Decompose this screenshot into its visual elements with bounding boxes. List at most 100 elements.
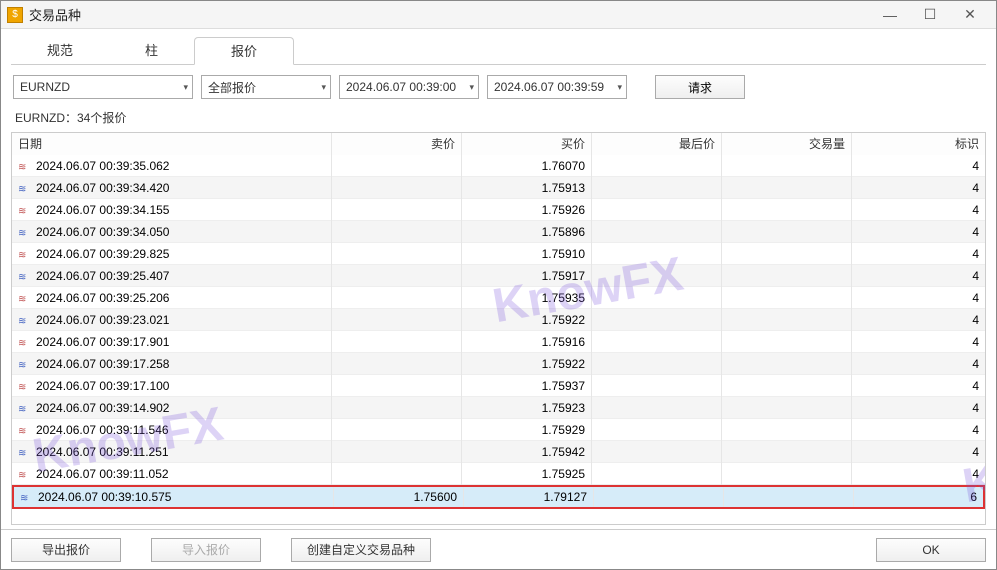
table-row[interactable]: ≋2024.06.07 00:39:34.0501.758964 — [12, 221, 985, 243]
cell-last — [592, 221, 722, 243]
cell-vol — [722, 419, 852, 441]
symbol-select[interactable]: EURNZD ▾ — [13, 75, 193, 99]
wave-icon: ≋ — [18, 465, 32, 485]
cell-date: ≋2024.06.07 00:39:25.407 — [12, 265, 332, 287]
wave-icon: ≋ — [18, 289, 32, 309]
table-row[interactable]: ≋2024.06.07 00:39:14.9021.759234 — [12, 397, 985, 419]
cell-last — [592, 199, 722, 221]
col-vol[interactable]: 交易量 — [722, 133, 852, 155]
cell-last — [592, 265, 722, 287]
filter-row: EURNZD ▾ 全部报价 ▾ 2024.06.07 00:39:00 ▾ 20… — [11, 65, 986, 107]
cell-flag: 4 — [852, 243, 985, 265]
cell-vol — [722, 287, 852, 309]
col-ask[interactable]: 卖价 — [332, 133, 462, 155]
cell-bid: 1.75922 — [462, 309, 592, 331]
col-date[interactable]: 日期 — [12, 133, 332, 155]
cell-last — [592, 419, 722, 441]
wave-icon: ≋ — [18, 267, 32, 287]
cell-flag: 4 — [852, 441, 985, 463]
table-row[interactable]: ≋2024.06.07 00:39:10.5751.756001.791276 — [12, 485, 985, 509]
cell-bid: 1.76070 — [462, 155, 592, 177]
cell-last — [592, 177, 722, 199]
cell-bid: 1.75923 — [462, 397, 592, 419]
tab-bar[interactable]: 柱 — [109, 37, 194, 65]
table-row[interactable]: ≋2024.06.07 00:39:11.546 1.75929 4 — [12, 419, 985, 441]
wave-icon: ≋ — [18, 245, 32, 265]
tab-spec[interactable]: 规范 — [11, 37, 109, 65]
request-button[interactable]: 请求 — [655, 75, 745, 99]
wave-icon: ≋ — [18, 377, 32, 397]
cell-date: ≋2024.06.07 00:39:35.062 — [12, 155, 332, 177]
cell-flag: 4 — [852, 419, 985, 441]
result-summary: EURNZD：34个报价 — [11, 107, 986, 132]
cell-ask — [332, 353, 462, 375]
table-row[interactable]: ≋2024.06.07 00:39:35.0621.760704 — [12, 155, 985, 177]
footer: 导出报价 导入报价 创建自定义交易品种 OK — [1, 529, 996, 569]
cell-vol — [722, 463, 852, 485]
cell-vol — [722, 199, 852, 221]
table-row[interactable]: ≋2024.06.07 00:39:29.8251.759104 — [12, 243, 985, 265]
cell-ask — [332, 309, 462, 331]
table-header: 日期 卖价 买价 最后价 交易量 标识 — [12, 133, 985, 155]
cell-flag: 4 — [852, 287, 985, 309]
export-button[interactable]: 导出报价 — [11, 538, 121, 562]
chevron-down-icon: ▾ — [177, 82, 188, 93]
tab-quote[interactable]: 报价 — [194, 37, 294, 65]
datetime-to-input[interactable]: 2024.06.07 00:39:59 ▾ — [487, 75, 627, 99]
cell-last — [592, 441, 722, 463]
cell-ask — [332, 397, 462, 419]
quote-table: 日期 卖价 买价 最后价 交易量 标识 ≋2024.06.07 00:39:35… — [11, 132, 986, 525]
window-title: 交易品种 — [29, 5, 870, 24]
table-row[interactable]: ≋2024.06.07 00:39:17.2581.759224 — [12, 353, 985, 375]
cell-ask — [332, 265, 462, 287]
table-row[interactable]: ≋2024.06.07 00:39:11.0521.759254 — [12, 463, 985, 485]
cell-bid: 1.75935 — [462, 287, 592, 309]
table-body[interactable]: ≋2024.06.07 00:39:35.0621.760704≋2024.06… — [12, 155, 985, 524]
cell-vol — [724, 487, 854, 507]
wave-icon: ≋ — [18, 311, 32, 331]
datetime-from-value: 2024.06.07 00:39:00 — [346, 80, 456, 94]
chevron-down-icon: ▾ — [315, 82, 326, 93]
cell-flag: 4 — [852, 353, 985, 375]
table-row[interactable]: ≋2024.06.07 00:39:25.4071.759174 — [12, 265, 985, 287]
cell-date: ≋2024.06.07 00:39:10.575 — [14, 487, 334, 507]
quote-type-select[interactable]: 全部报价 ▾ — [201, 75, 331, 99]
cell-vol — [722, 155, 852, 177]
cell-date: ≋2024.06.07 00:39:11.546 — [12, 419, 332, 441]
maximize-button[interactable]: ☐ — [910, 2, 950, 28]
create-custom-button[interactable]: 创建自定义交易品种 — [291, 538, 431, 562]
cell-date: ≋2024.06.07 00:39:29.825 — [12, 243, 332, 265]
cell-date: ≋2024.06.07 00:39:11.052 — [12, 463, 332, 485]
table-row[interactable]: ≋2024.06.07 00:39:17.1001.759374 — [12, 375, 985, 397]
cell-last — [592, 287, 722, 309]
titlebar: $ 交易品种 — ☐ ✕ — [1, 1, 996, 29]
cell-date: ≋2024.06.07 00:39:17.258 — [12, 353, 332, 375]
table-row[interactable]: ≋2024.06.07 00:39:34.1551.759264 — [12, 199, 985, 221]
cell-date: ≋2024.06.07 00:39:23.021 — [12, 309, 332, 331]
table-row[interactable]: ≋2024.06.07 00:39:23.0211.759224 — [12, 309, 985, 331]
cell-bid: 1.79127 — [464, 487, 594, 507]
table-row[interactable]: ≋2024.06.07 00:39:25.2061.759354 — [12, 287, 985, 309]
cell-vol — [722, 353, 852, 375]
cell-vol — [722, 375, 852, 397]
chevron-down-icon: ▾ — [611, 82, 622, 93]
col-last[interactable]: 最后价 — [592, 133, 722, 155]
minimize-button[interactable]: — — [870, 2, 910, 28]
col-flag[interactable]: 标识 — [852, 133, 985, 155]
wave-icon: ≋ — [18, 443, 32, 463]
cell-bid: 1.75926 — [462, 199, 592, 221]
table-row[interactable]: ≋2024.06.07 00:39:17.9011.759164 — [12, 331, 985, 353]
table-row[interactable]: ≋2024.06.07 00:39:34.4201.759134 — [12, 177, 985, 199]
import-button[interactable]: 导入报价 — [151, 538, 261, 562]
wave-icon: ≋ — [18, 421, 32, 441]
close-button[interactable]: ✕ — [950, 2, 990, 28]
cell-ask — [332, 419, 462, 441]
datetime-from-input[interactable]: 2024.06.07 00:39:00 ▾ — [339, 75, 479, 99]
chevron-down-icon: ▾ — [463, 82, 474, 93]
table-row[interactable]: ≋2024.06.07 00:39:11.2511.759424 — [12, 441, 985, 463]
ok-button[interactable]: OK — [876, 538, 986, 562]
cell-bid: 1.75929 — [462, 419, 592, 441]
quote-type-value: 全部报价 — [208, 79, 256, 96]
tabs: 规范 柱 报价 — [11, 37, 986, 65]
col-bid[interactable]: 买价 — [462, 133, 592, 155]
